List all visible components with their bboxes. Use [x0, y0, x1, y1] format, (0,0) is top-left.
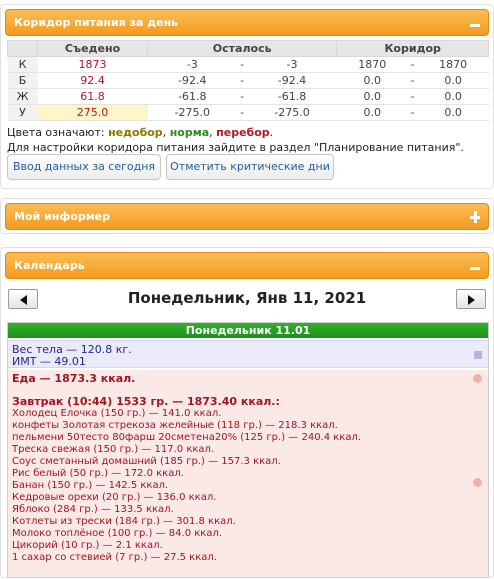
corridor-panel-title: Коридор питания за день [14, 16, 179, 29]
color-legend: Цвета означают: недобор, норма, перебор. [7, 126, 274, 139]
eaten-value: 275.0 [37, 104, 148, 121]
list-item: Холодец Елочка (150 гр.) — 141.0 ккал. [12, 408, 222, 419]
remaining-to: -92.4 [247, 72, 337, 89]
list-item: Молоко топлёное (100 гр.) — 84.0 ккал. [12, 528, 223, 539]
remaining-sep: - [237, 104, 248, 121]
corridor-hint: Для настройки коридора питания зайдите в… [7, 141, 464, 154]
corridor-to: 0.0 [417, 88, 489, 105]
corridor-to: 0.0 [417, 72, 489, 89]
corridor-to: 0.0 [417, 104, 489, 121]
list-item: Соус сметанный домашний (185 гр.) — 157.… [12, 456, 281, 467]
row-label: К [7, 56, 38, 73]
remaining-from: -92.4 [147, 72, 238, 89]
corridor-from: 0.0 [336, 72, 408, 89]
legend-prefix: Цвета означают: [7, 126, 105, 139]
list-item: Яблоко (284 гр.) — 133.5 ккал. [12, 504, 174, 515]
informer-panel-title: Мой информер [14, 210, 111, 223]
meal-title: Завтрак (10:44) 1533 гр. — 1873.40 ккал.… [12, 395, 280, 408]
corridor-sep: - [407, 88, 418, 105]
informer-panel-header[interactable]: Мой информер [5, 203, 489, 230]
scale-icon [474, 351, 482, 359]
calendar-panel-header[interactable]: Календарь [5, 252, 489, 279]
arrow-right-icon [468, 295, 475, 305]
corridor-to: 1870 [417, 56, 489, 73]
list-item: Котлеты из трески (184 гр.) — 301.8 ккал… [12, 516, 236, 527]
bmi-value: ИМТ — 49.01 [12, 355, 86, 368]
list-item: Треска свежая (150 гр.) — 117.0 ккал. [12, 444, 215, 455]
table-row: У 275.0 -275.0 - -275.0 0.0 - 0.0 [7, 104, 489, 121]
apple-icon [473, 374, 482, 383]
corridor-from: 1870 [336, 56, 408, 73]
corridor-from: 0.0 [336, 104, 408, 121]
informer-panel: Мой информер [0, 198, 494, 234]
corridor-from: 0.0 [336, 88, 408, 105]
header-eaten: Съедено [37, 40, 148, 57]
food-block[interactable]: Еда — 1873.3 ккал. Завтрак (10:44) 1533 … [8, 370, 488, 577]
remaining-to: -61.8 [247, 88, 337, 105]
eaten-value: 1873 [37, 56, 148, 73]
remaining-sep: - [237, 88, 248, 105]
arrow-left-icon [20, 295, 27, 305]
list-item: конфеты Золотая стрекоза желейные (118 г… [12, 420, 338, 431]
next-day-button[interactable] [456, 289, 486, 309]
legend-under: недобор [108, 126, 163, 139]
list-item: Рис белый (50 гр.) — 172.0 ккал. [12, 468, 184, 479]
remaining-to: -275.0 [247, 104, 337, 121]
collapse-icon[interactable] [468, 259, 482, 273]
collapse-icon[interactable] [468, 16, 482, 30]
food-total: Еда — 1873.3 ккал. [12, 372, 136, 385]
eaten-value: 61.8 [37, 88, 148, 105]
corridor-sep: - [407, 56, 418, 73]
apple-icon [473, 478, 482, 487]
table-row: К 1873 -3 - -3 1870 - 1870 [7, 56, 489, 73]
table-row: Ж 61.8 -61.8 - -61.8 0.0 - 0.0 [7, 88, 489, 105]
header-remaining: Осталось [146, 40, 338, 57]
list-item: 1 сахар со стевией (7 гр.) — 27.5 ккал. [12, 552, 217, 563]
day-entry: Понедельник 11.01 Вес тела — 120.8 кг. И… [7, 322, 489, 578]
header-corridor: Коридор [336, 40, 489, 57]
corridor-table: Съедено Осталось Коридор К 1873 -3 - -3 … [7, 40, 489, 121]
row-label: У [7, 104, 38, 121]
remaining-from: -3 [147, 56, 238, 73]
list-item: пельмени 50тесто 80фарш 20сметена20% (12… [12, 432, 362, 443]
row-label: Б [7, 72, 38, 89]
remaining-from: -61.8 [147, 88, 238, 105]
calendar-date: Понедельник, Янв 11, 2021 [127, 289, 367, 307]
row-label: Ж [7, 88, 38, 105]
list-item: Кедровые орехи (20 гр.) — 136.0 ккал. [12, 492, 217, 503]
legend-over: перебор [216, 126, 270, 139]
corridor-sep: - [407, 104, 418, 121]
list-item: Банан (150 гр.) — 142.5 ккал. [12, 480, 169, 491]
legend-end: . [269, 126, 274, 139]
expand-icon[interactable] [468, 210, 482, 224]
weight-block[interactable]: Вес тела — 120.8 кг. ИМТ — 49.01 [8, 340, 488, 368]
calendar-panel-title: Календарь [14, 259, 85, 272]
remaining-to: -3 [247, 56, 337, 73]
corridor-panel-header[interactable]: Коридор питания за день [5, 9, 489, 36]
remaining-sep: - [237, 56, 248, 73]
day-header[interactable]: Понедельник 11.01 [8, 323, 488, 338]
remaining-from: -275.0 [147, 104, 238, 121]
header-empty [7, 40, 38, 57]
previous-day-button[interactable] [8, 289, 38, 309]
table-row: Б 92.4 -92.4 - -92.4 0.0 - 0.0 [7, 72, 489, 89]
eaten-value: 92.4 [37, 72, 148, 89]
remaining-sep: - [237, 72, 248, 89]
corridor-sep: - [407, 72, 418, 89]
mark-critical-days-button[interactable]: Отметить критические дни [166, 154, 334, 180]
legend-norm: норма [169, 126, 210, 139]
enter-data-button[interactable]: Ввод данных за сегодня [7, 154, 161, 180]
list-item: Цикорий (10 гр.) — 2.1 ккал. [12, 540, 163, 551]
